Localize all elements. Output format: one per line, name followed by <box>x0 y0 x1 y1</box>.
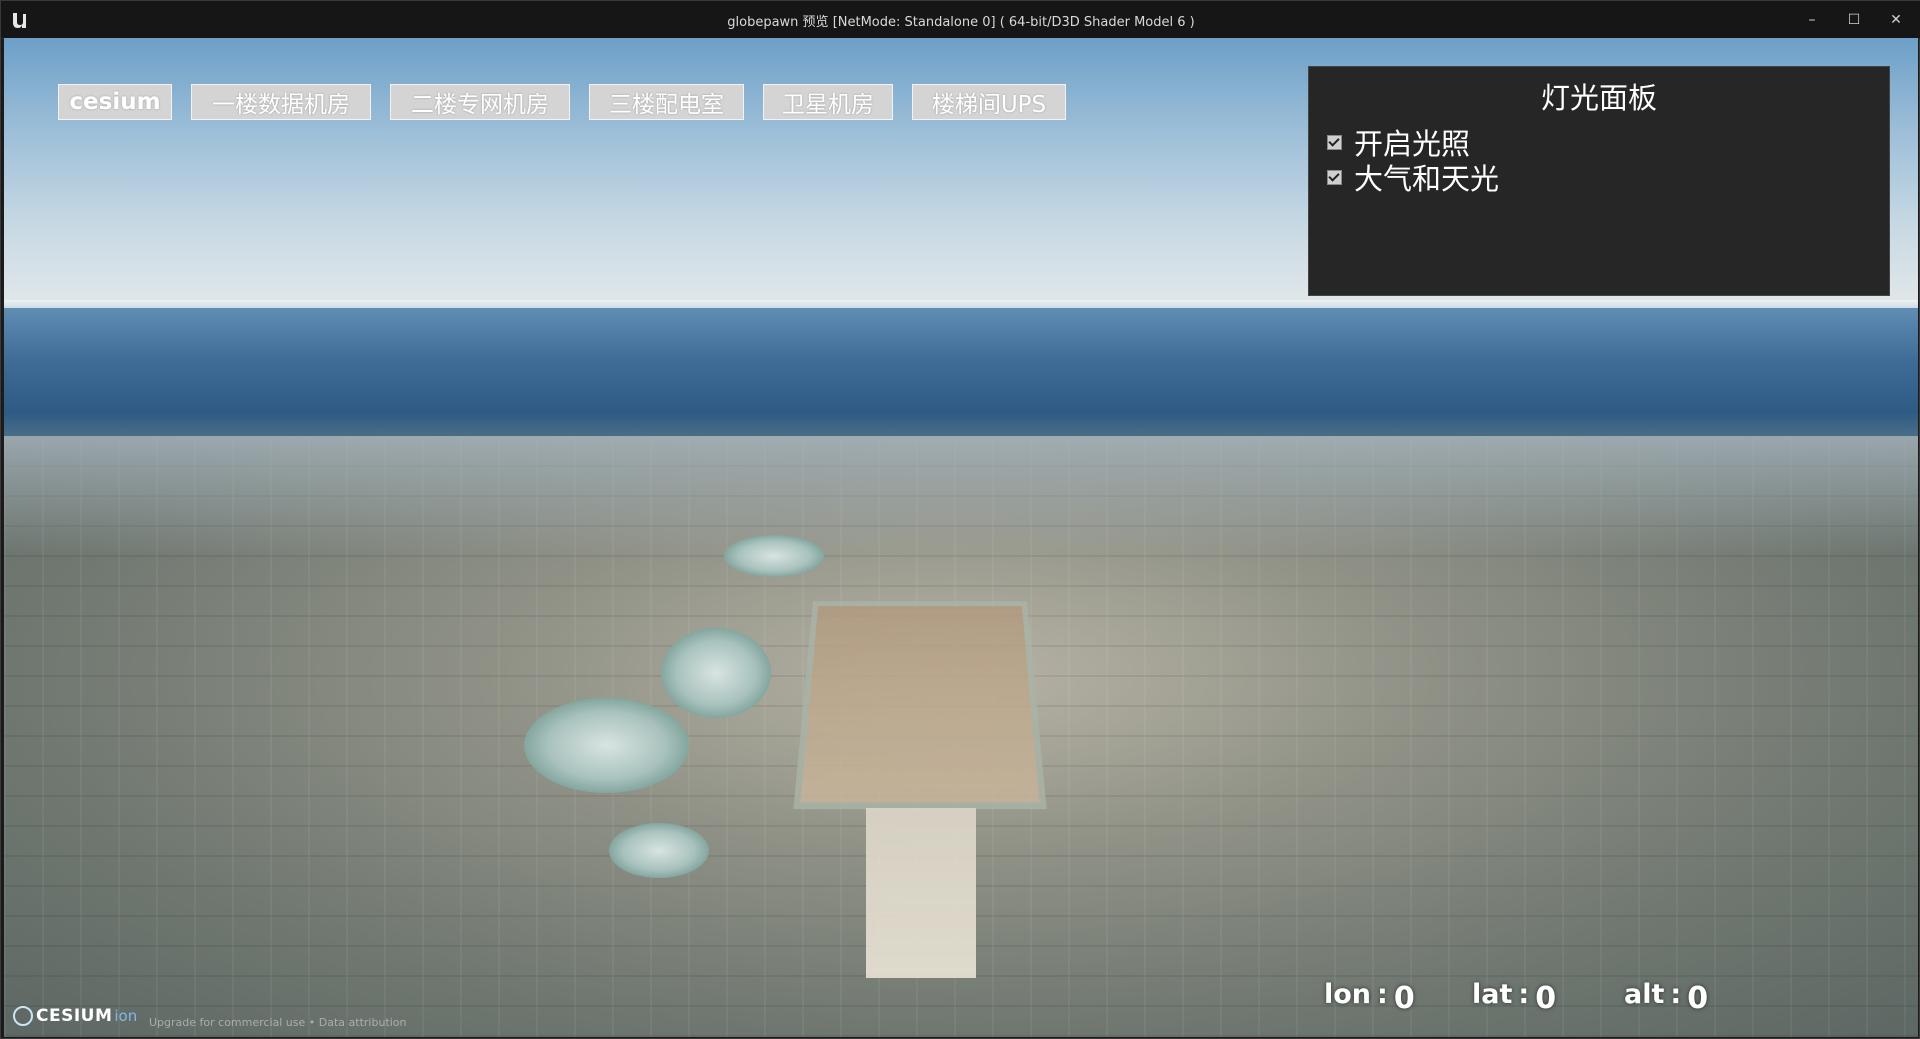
longitude-readout: lon : 0 <box>1324 979 1415 1016</box>
lat-value: 0 <box>1535 981 1557 1016</box>
grand-theater-dome <box>609 823 709 878</box>
enable-lighting-checkbox[interactable] <box>1327 134 1342 150</box>
nav-button-cesium[interactable]: cesium <box>58 84 172 120</box>
nav-button-floor3-power-room[interactable]: 三楼配电室 <box>589 84 744 120</box>
toggle-atmosphere-row[interactable]: 大气和天光 <box>1327 156 1499 198</box>
altitude-readout: alt : 0 <box>1624 979 1709 1016</box>
horizon-atmosphere <box>4 308 1918 438</box>
light-panel: 灯光面板 开启光照 大气和天光 <box>1308 66 1890 296</box>
alt-value: 0 <box>1687 981 1709 1016</box>
app-window: globepawn 预览 [NetMode: Standalone 0] ( 6… <box>0 0 1920 1039</box>
city-square <box>866 808 976 978</box>
attribution-links[interactable]: Upgrade for commercial use • Data attrib… <box>149 1016 407 1029</box>
latitude-readout: lat : 0 <box>1472 979 1557 1016</box>
cesium-icon <box>13 1006 33 1026</box>
nav-button-floor1-data-room[interactable]: 一楼数据机房 <box>191 84 371 120</box>
minimize-button[interactable]: – <box>1791 1 1833 38</box>
cesium-ion-logo[interactable]: CESIUM ion <box>13 1006 137 1026</box>
lat-label: lat <box>1472 979 1513 1010</box>
maximize-button[interactable]: ☐ <box>1833 1 1875 38</box>
lake-north <box>724 535 824 577</box>
window-title: globepawn 预览 [NetMode: Standalone 0] ( 6… <box>727 15 1195 30</box>
lon-value: 0 <box>1393 981 1415 1016</box>
title-bar[interactable]: globepawn 预览 [NetMode: Standalone 0] ( 6… <box>1 1 1920 39</box>
ion-logo-text: ion <box>114 1007 138 1025</box>
light-panel-title: 灯光面板 <box>1540 81 1657 115</box>
lake-middle <box>661 628 771 718</box>
lake-south <box>524 698 689 793</box>
close-button[interactable]: ✕ <box>1875 1 1917 38</box>
atmosphere-skylight-label: 大气和天光 <box>1354 162 1500 196</box>
nav-button-stairwell-ups[interactable]: 楼梯间UPS <box>912 84 1066 120</box>
nav-button-satellite-room[interactable]: 卫星机房 <box>763 84 893 120</box>
lon-label: lon <box>1324 979 1372 1010</box>
nav-button-floor2-network-room[interactable]: 二楼专网机房 <box>390 84 570 120</box>
atmosphere-skylight-checkbox[interactable] <box>1327 169 1342 185</box>
alt-label: alt <box>1624 979 1665 1010</box>
forbidden-city <box>793 601 1047 810</box>
terrain-haze <box>4 436 1918 556</box>
cesium-logo-text: CESIUM <box>36 1006 113 1026</box>
